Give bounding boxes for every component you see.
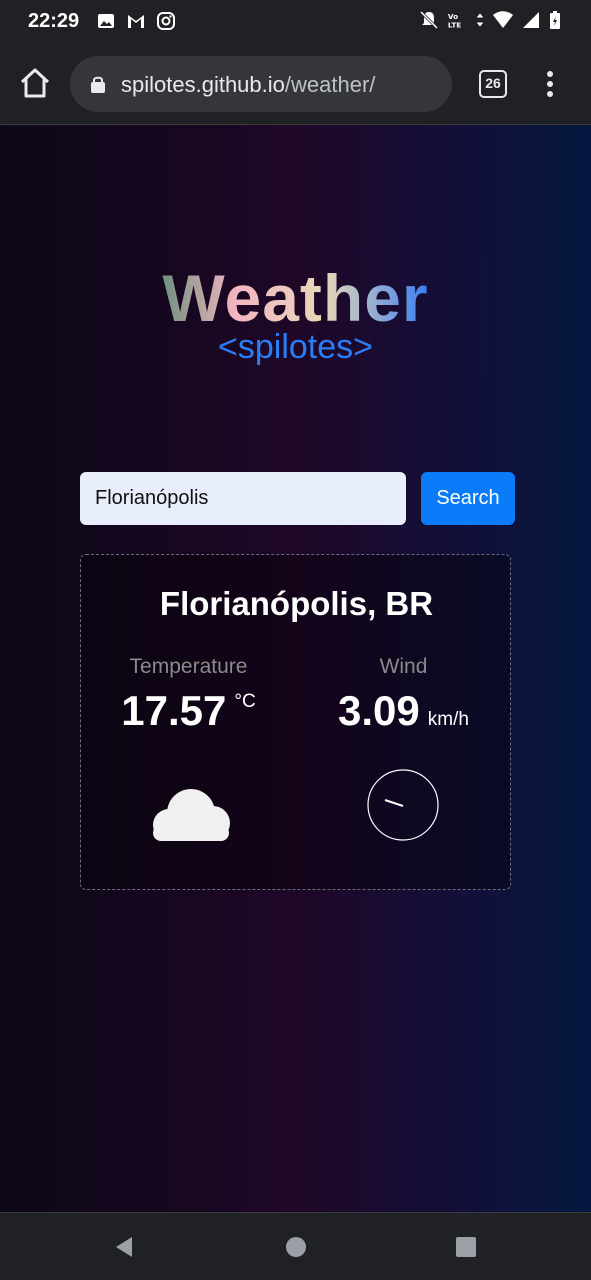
temperature-value-row: 17.57 °C <box>81 687 296 735</box>
instagram-icon <box>157 12 175 30</box>
more-menu-icon[interactable] <box>539 70 561 98</box>
url-text: spilotes.github.io/weather/ <box>121 72 375 98</box>
lock-icon <box>91 76 105 93</box>
search-button[interactable]: Search <box>421 472 515 525</box>
temperature-section: Temperature 17.57 °C <box>81 655 296 735</box>
temperature-unit: °C <box>234 691 256 712</box>
home-icon[interactable] <box>18 66 52 100</box>
wind-unit: km/h <box>427 709 469 730</box>
svg-text:LTE: LTE <box>448 20 461 29</box>
wind-value: 3.09 <box>338 687 420 734</box>
system-icons: Vo LTE <box>419 10 561 30</box>
wind-section: Wind 3.09 km/h <box>296 655 511 735</box>
back-icon[interactable] <box>112 1235 136 1259</box>
cloud-icon <box>153 789 230 841</box>
gmail-icon <box>128 15 144 28</box>
recent-apps-icon[interactable] <box>454 1235 478 1259</box>
volte-icon: VoLTE <box>448 12 461 29</box>
wifi-icon <box>493 11 513 28</box>
url-host: spilotes.github.io <box>121 72 285 97</box>
battery-icon <box>550 11 560 29</box>
app-title: Weather <box>0 263 591 333</box>
app-logo: Weather <spilotes> <box>0 263 591 365</box>
wind-value-row: 3.09 km/h <box>296 687 511 735</box>
status-time: 22:29 <box>28 10 80 32</box>
system-nav-bar <box>0 1212 591 1280</box>
notification-icons <box>96 11 176 31</box>
city-search-input[interactable] <box>80 472 406 525</box>
tab-switcher-button[interactable]: 26 <box>479 70 507 98</box>
web-page: Weather <spilotes> Search Florianópolis,… <box>0 125 591 1212</box>
weather-result-card: Florianópolis, BR Temperature 17.57 °C Wi… <box>80 554 511 890</box>
signal-icon <box>523 12 539 28</box>
browser-toolbar: spilotes.github.io/weather/ 26 <box>0 44 591 125</box>
city-name: Florianópolis, BR <box>159 585 434 622</box>
wind-label: Wind <box>379 655 428 678</box>
mute-icon <box>419 10 439 30</box>
temperature-value: 17.57 <box>121 687 227 734</box>
image-icon <box>98 14 114 28</box>
app-subtitle: <spilotes> <box>218 328 373 366</box>
status-bar: 22:29 Vo LTE <box>0 0 591 44</box>
address-bar[interactable]: spilotes.github.io/weather/ <box>70 56 452 112</box>
data-arrows-icon <box>476 13 484 27</box>
home-circle-icon[interactable] <box>284 1235 308 1259</box>
temperature-label: Temperature <box>129 655 248 678</box>
url-path: /weather/ <box>284 72 376 97</box>
compass-icon <box>367 769 439 841</box>
